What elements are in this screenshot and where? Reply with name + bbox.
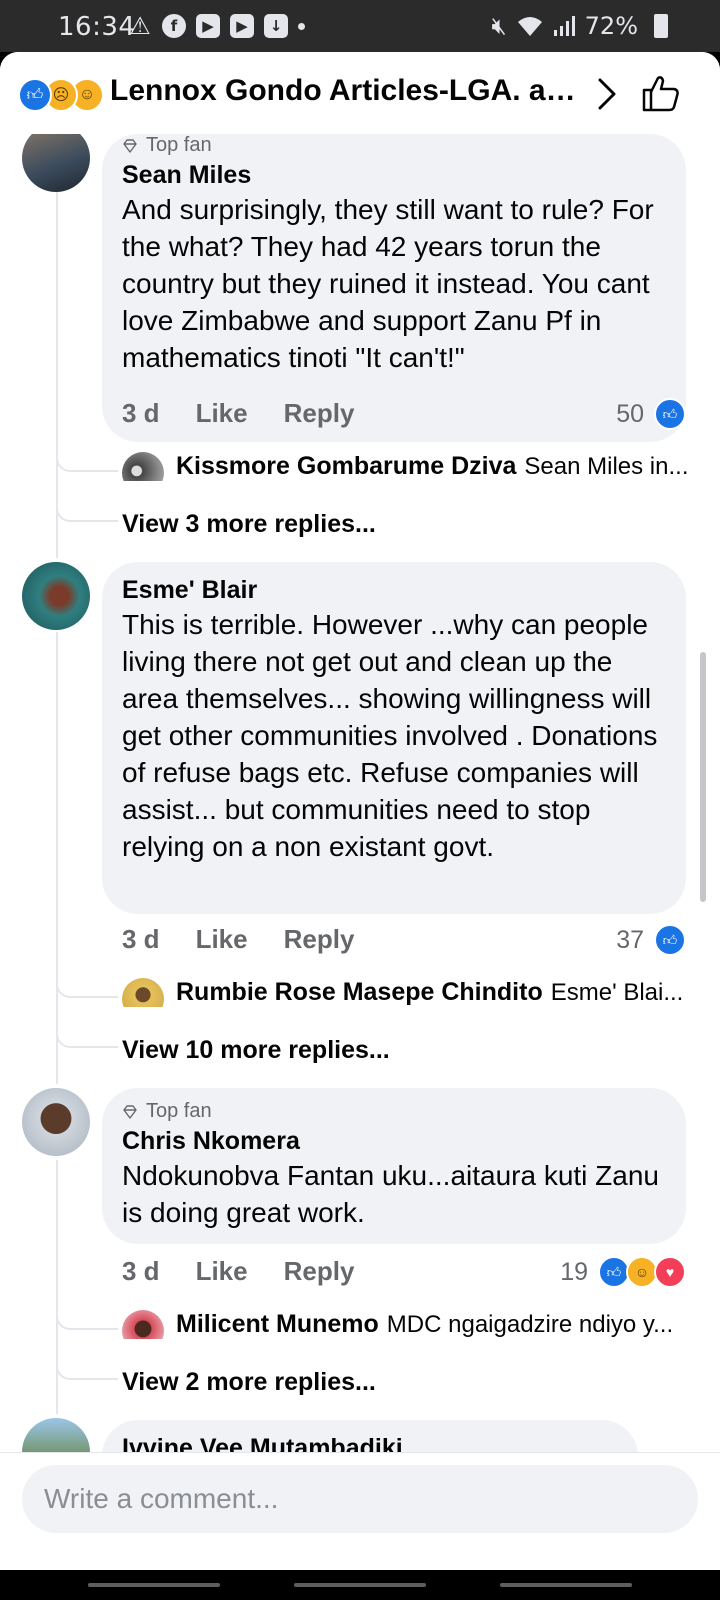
thread-line — [56, 142, 58, 558]
avatar[interactable] — [22, 562, 90, 630]
comment-actions: 3 d Like Reply — [122, 1256, 390, 1287]
facebook-icon: f — [162, 14, 186, 38]
comments-sheet: 👍︎ ☹ ☺ Lennox Gondo Articles-LGA. and...… — [0, 52, 720, 1570]
reply-link[interactable]: Reply — [284, 398, 355, 429]
nav-recents[interactable] — [88, 1583, 220, 1587]
reply-link[interactable]: Reply — [284, 924, 355, 955]
thread-line — [56, 1160, 58, 1414]
like-button-icon[interactable] — [640, 72, 682, 114]
badge-label: Top fan — [146, 1100, 212, 1122]
reply-connector — [56, 450, 118, 472]
wifi-icon — [517, 17, 542, 36]
comment-actions: 3 d Like Reply — [122, 398, 390, 429]
love-reaction-icon: ♥ — [654, 1256, 686, 1288]
avatar[interactable] — [122, 978, 164, 1007]
reaction-count[interactable]: 37 👍︎ — [616, 924, 686, 956]
diamond-icon — [123, 138, 137, 153]
download-icon: ↓ — [264, 14, 288, 38]
comment-author[interactable]: Esme' Blair — [122, 574, 664, 606]
reply-connector — [56, 1308, 118, 1330]
comment-time[interactable]: 3 d — [122, 924, 160, 955]
like-link[interactable]: Like — [196, 924, 248, 955]
reaction-count[interactable]: 50 👍︎ — [616, 398, 686, 430]
youtube-icon: ▶ — [196, 14, 220, 38]
comment-text: This is terrible. However ...why can peo… — [122, 609, 658, 862]
battery-icon — [654, 14, 668, 38]
comment-time[interactable]: 3 d — [122, 398, 160, 429]
like-reaction-icon: 👍︎ — [18, 78, 52, 112]
comment-bubble[interactable]: Esme' Blair This is terrible. However ..… — [102, 562, 686, 914]
status-bar: 16:34 ⚠ f ▶ ▶ ↓ 🔇︎ 72% — [0, 0, 720, 52]
comment-author[interactable]: Chris Nkomera — [122, 1125, 664, 1157]
reply-connector — [56, 500, 118, 522]
reply-connector — [56, 976, 118, 998]
comment-time[interactable]: 3 d — [122, 1256, 160, 1287]
top-fan-badge: Top fan — [122, 1100, 664, 1123]
like-reaction-icon: 👍︎ — [654, 924, 686, 956]
reply-author[interactable]: Milicent Munemo — [176, 1310, 379, 1339]
reply-author[interactable]: Rumbie Rose Masepe Chindito — [176, 978, 543, 1007]
reply-link[interactable]: Reply — [284, 1256, 355, 1287]
view-more-replies[interactable]: View 10 more replies... — [122, 1036, 390, 1065]
top-fan-badge: Top fan — [122, 134, 664, 157]
reaction-summary[interactable]: 👍︎ ☹ ☺ — [18, 78, 106, 112]
avatar[interactable] — [122, 452, 164, 481]
reply-snippet: Esme' Blai... — [550, 978, 684, 1006]
reply-snippet: Sean Miles in... — [524, 452, 689, 480]
reply-preview[interactable]: Kissmore Gombarume Dziva Sean Miles in..… — [122, 452, 692, 481]
like-link[interactable]: Like — [196, 1256, 248, 1287]
reply-preview[interactable]: Milicent Munemo MDC ngaigadzire ndiyo y.… — [122, 1310, 692, 1339]
nav-home[interactable] — [294, 1583, 426, 1587]
nav-back[interactable] — [500, 1583, 632, 1587]
mute-icon: 🔇︎ — [491, 12, 507, 40]
badge-label: Top fan — [146, 134, 212, 156]
avatar[interactable] — [22, 124, 90, 192]
comment-bubble[interactable]: Top fan Chris Nkomera Ndokunobva Fantan … — [102, 1088, 686, 1244]
system-nav-bar — [0, 1570, 720, 1600]
reaction-count-value: 50 — [616, 399, 644, 428]
comment-text: And surprisingly, they still want to rul… — [122, 194, 654, 373]
avatar[interactable] — [122, 1310, 164, 1339]
view-more-replies[interactable]: View 3 more replies... — [122, 510, 376, 539]
youtube-icon: ▶ — [230, 14, 254, 38]
reaction-count-value: 37 — [616, 925, 644, 954]
avatar[interactable] — [22, 1088, 90, 1156]
scrollbar[interactable] — [700, 652, 706, 902]
view-more-replies[interactable]: View 2 more replies... — [122, 1368, 376, 1397]
system-icons: 🔇︎ 72% — [492, 12, 668, 40]
comment-text: Ndokunobva Fantan uku...aitaura kuti Zan… — [122, 1160, 660, 1228]
reply-author[interactable]: Kissmore Gombarume Dziva — [176, 452, 516, 481]
comment-composer — [0, 1452, 720, 1570]
reply-connector — [56, 1026, 118, 1048]
battery-percent: 72% — [584, 12, 638, 40]
comment-author[interactable]: Sean Miles — [122, 159, 664, 191]
like-reaction-icon: 👍︎ — [654, 398, 686, 430]
comment-actions: 3 d Like Reply — [122, 924, 390, 955]
comment-input[interactable] — [22, 1465, 698, 1533]
reply-preview[interactable]: Rumbie Rose Masepe Chindito Esme' Blai..… — [122, 978, 692, 1007]
reaction-count[interactable]: 19 👍︎ ☺ ♥ — [560, 1256, 686, 1288]
chevron-right-icon[interactable] — [592, 76, 622, 112]
comments-feed: Top fan Sean Miles And surprisingly, the… — [0, 52, 720, 1500]
signal-icon — [553, 16, 575, 36]
like-link[interactable]: Like — [196, 398, 248, 429]
thread-line — [56, 632, 58, 1084]
page-title[interactable]: Lennox Gondo Articles-LGA. and... — [110, 74, 580, 108]
reply-connector — [56, 1358, 118, 1380]
diamond-icon — [123, 1104, 137, 1119]
reaction-count-value: 19 — [560, 1257, 588, 1286]
comment-bubble[interactable]: Top fan Sean Miles And surprisingly, the… — [102, 134, 686, 442]
dot-icon — [298, 22, 305, 30]
post-header: 👍︎ ☹ ☺ Lennox Gondo Articles-LGA. and... — [0, 52, 720, 134]
notification-icons: ⚠ f ▶ ▶ ↓ — [128, 12, 305, 40]
status-time: 16:34 — [58, 12, 136, 42]
warning-icon: ⚠ — [129, 12, 151, 40]
reply-snippet: MDC ngaigadzire ndiyo y... — [386, 1310, 674, 1338]
